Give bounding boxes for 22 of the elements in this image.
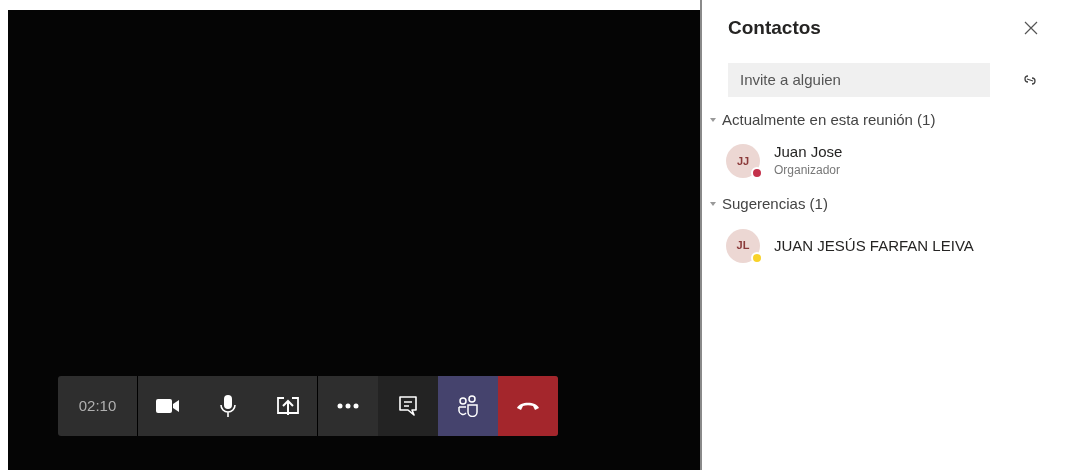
video-camera-icon [156,398,180,414]
contact-name: Juan Jose [774,143,843,161]
link-icon[interactable] [1022,72,1038,87]
share-screen-icon [275,395,300,417]
close-icon[interactable] [1024,21,1038,36]
chat-icon [398,395,418,417]
contact-role: Organizador [774,162,842,179]
hang-up-icon [516,401,540,411]
more-icon [337,403,359,409]
invite-field[interactable]: Invite a alguien [728,62,990,97]
avatar: JJ [726,144,760,178]
collapse-caret-icon[interactable] [710,116,716,123]
panel-title: Contactos [728,16,821,40]
collapse-caret-icon[interactable] [710,201,716,208]
chat-button[interactable] [378,376,438,436]
avatar: JL [726,228,760,263]
contact-name: JUAN JESÚS FARFAN LEIVA [774,236,974,255]
section-heading: Sugerencias (1) [722,194,828,214]
section-heading: Actualmente en esta reunión (1) [722,109,936,130]
microphone-icon [220,394,236,418]
participants-button[interactable] [438,376,498,436]
people-icon [457,395,479,417]
